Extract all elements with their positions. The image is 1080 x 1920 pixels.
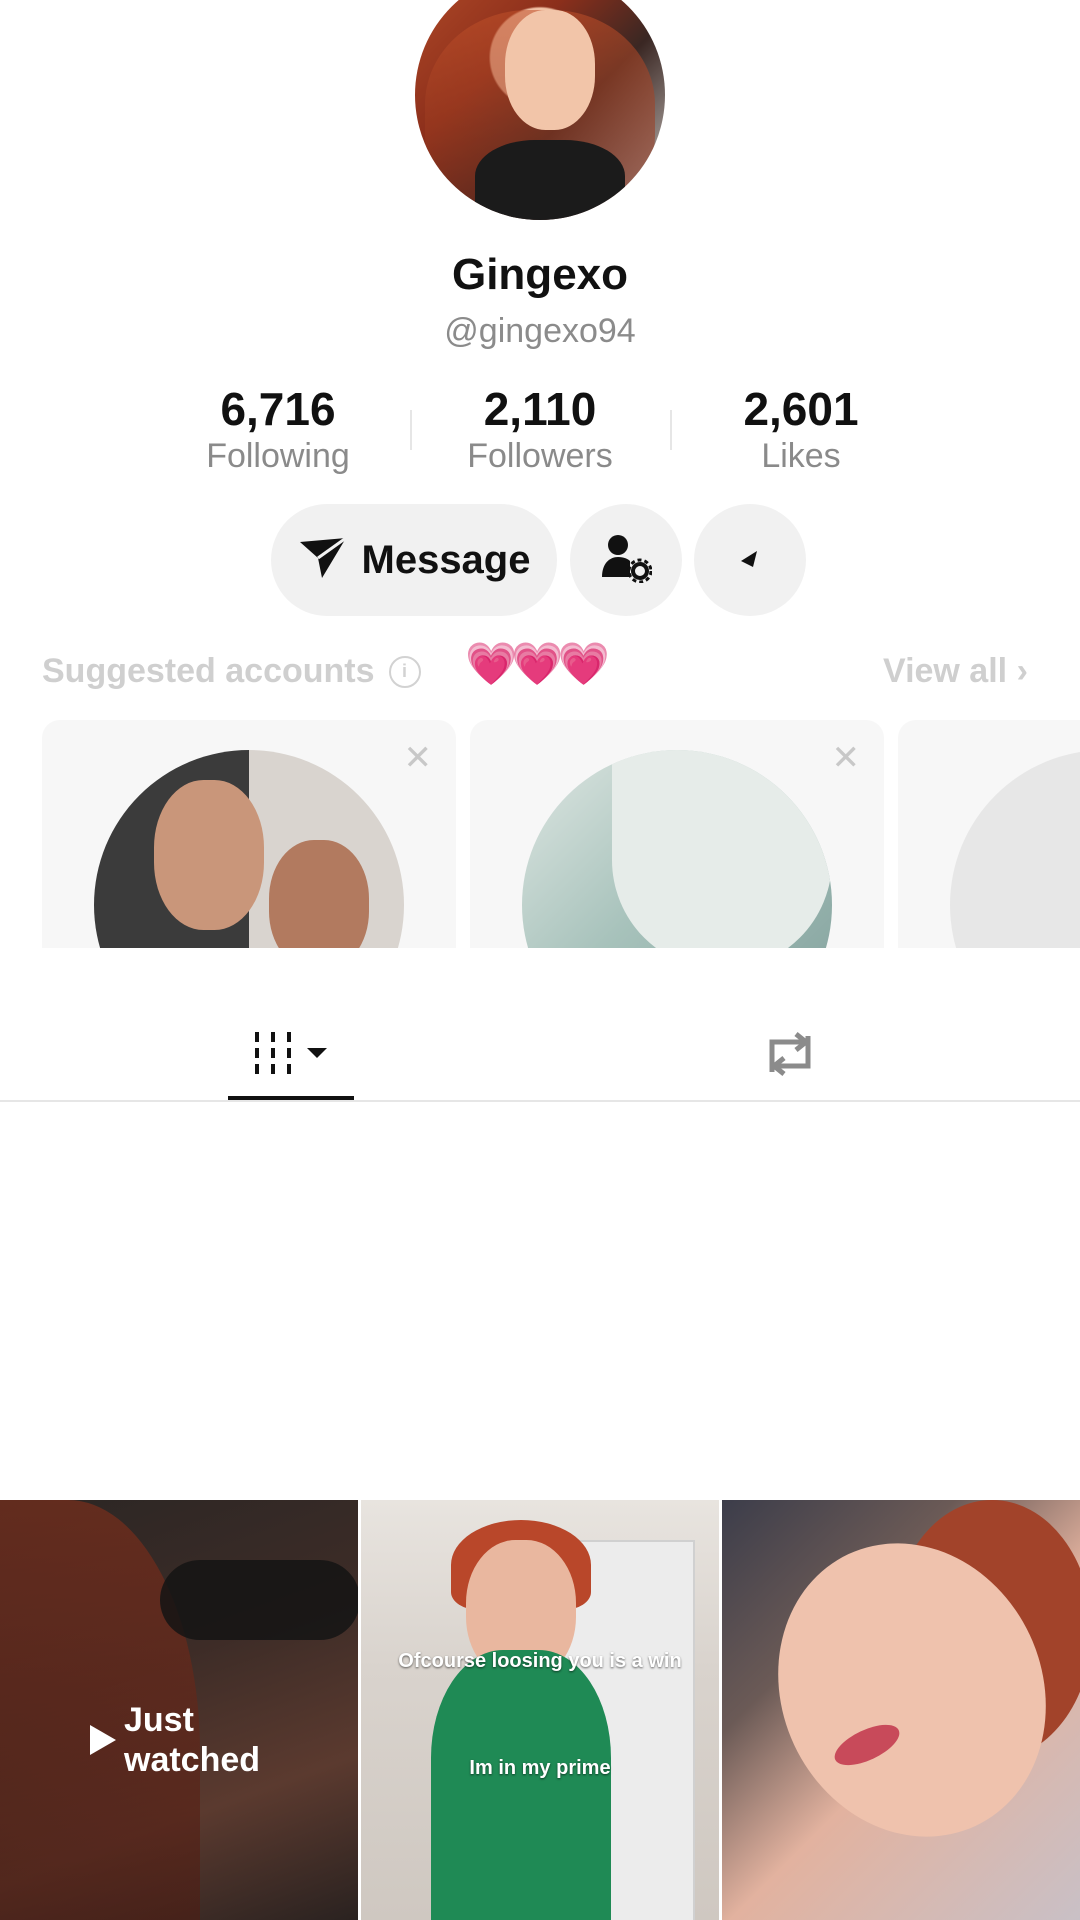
tabs-divider — [0, 1100, 1080, 1102]
stat-following[interactable]: 6,716 Following — [148, 382, 408, 476]
just-watched-label: Just watched — [124, 1701, 261, 1779]
info-icon[interactable]: i — [388, 655, 421, 688]
caret-up-icon — [739, 547, 761, 574]
video-tile[interactable]: Ofcourse loosing you is a win Im in my p… — [361, 1500, 719, 1920]
message-button[interactable]: Message — [271, 504, 557, 616]
stat-likes[interactable]: 2,601 Likes — [671, 382, 931, 476]
tab-reposts[interactable] — [740, 1010, 840, 1102]
suggested-account-card[interactable]: ✕ — [42, 720, 456, 948]
view-all-link[interactable]: View all › — [883, 652, 1028, 691]
suggested-account-avatar[interactable] — [950, 750, 1080, 948]
suggested-account-avatar[interactable] — [94, 750, 404, 948]
user-gear-icon — [600, 533, 653, 588]
message-button-label: Message — [361, 537, 531, 582]
video-tile[interactable] — [722, 1500, 1080, 1920]
username-handle: @gingexo94 — [444, 312, 636, 350]
more-suggestions-button[interactable] — [694, 504, 806, 616]
follow-settings-button[interactable] — [570, 504, 682, 616]
repost-icon — [760, 1028, 820, 1085]
suggested-accounts-header: Suggested accounts i — [42, 652, 421, 691]
stat-followers-label: Followers — [467, 437, 613, 475]
stat-following-value: 6,716 — [220, 383, 336, 435]
display-name: Gingexo — [451, 250, 629, 299]
hearts-sticker: 💗💗💗 — [465, 640, 610, 687]
grid-sort-icon — [251, 1030, 331, 1083]
chevron-right-icon: › — [1016, 652, 1028, 690]
suggested-account-card[interactable]: ✕ — [470, 720, 884, 948]
stat-following-label: Following — [206, 437, 350, 475]
send-icon — [298, 536, 348, 585]
close-icon[interactable]: ✕ — [404, 738, 433, 778]
suggested-account-card[interactable] — [898, 720, 1080, 948]
suggested-accounts-title: Suggested accounts — [42, 652, 375, 690]
video-caption: Ofcourse loosing you is a win — [398, 1650, 682, 1672]
profile-avatar[interactable] — [415, 0, 665, 220]
play-icon — [90, 1725, 116, 1755]
suggested-account-avatar[interactable] — [522, 750, 832, 948]
view-all-label: View all — [883, 652, 1008, 690]
stat-likes-value: 2,601 — [743, 383, 859, 435]
stat-followers-value: 2,110 — [483, 383, 597, 435]
close-icon[interactable]: ✕ — [832, 738, 861, 778]
tab-videos[interactable] — [228, 1010, 354, 1102]
video-tile[interactable]: Just watched — [0, 1500, 358, 1920]
video-caption: Im in my prime — [469, 1757, 611, 1779]
just-watched-badge: Just watched — [90, 1700, 274, 1780]
stat-likes-label: Likes — [761, 437, 841, 475]
stat-followers[interactable]: 2,110 Followers — [410, 382, 670, 476]
